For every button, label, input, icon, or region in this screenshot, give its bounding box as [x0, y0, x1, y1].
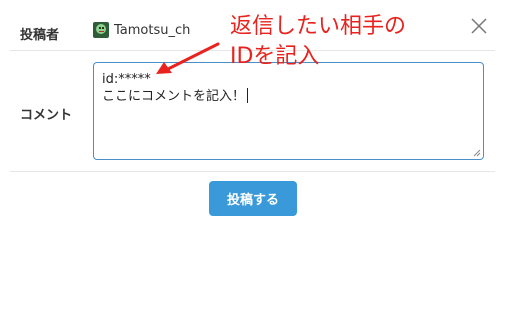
- avatar: [93, 22, 109, 38]
- divider: [10, 171, 495, 172]
- comment-line-text: ここにコメントを記入！: [102, 88, 475, 105]
- annotation-line-2: IDを記入: [230, 44, 320, 69]
- text-caret: [247, 88, 249, 103]
- annotation-arrow-icon: [156, 42, 220, 74]
- resize-grip-icon[interactable]: [473, 149, 481, 157]
- annotation-callout: 返信したい相手の IDを記入: [230, 12, 406, 72]
- poster-label: 投稿者: [20, 28, 60, 43]
- close-button[interactable]: [471, 18, 487, 34]
- comment-dialog: 投稿者 Tamotsu_ch コメント id:***** ここにコメントを記入！…: [0, 0, 505, 312]
- author-name: Tamotsu_ch: [114, 22, 191, 38]
- author: Tamotsu_ch: [93, 22, 190, 38]
- close-icon: [471, 18, 487, 34]
- annotation-line-1: 返信したい相手の: [230, 14, 407, 39]
- comment-label: コメント: [20, 108, 73, 123]
- submit-button[interactable]: 投稿する: [209, 181, 297, 216]
